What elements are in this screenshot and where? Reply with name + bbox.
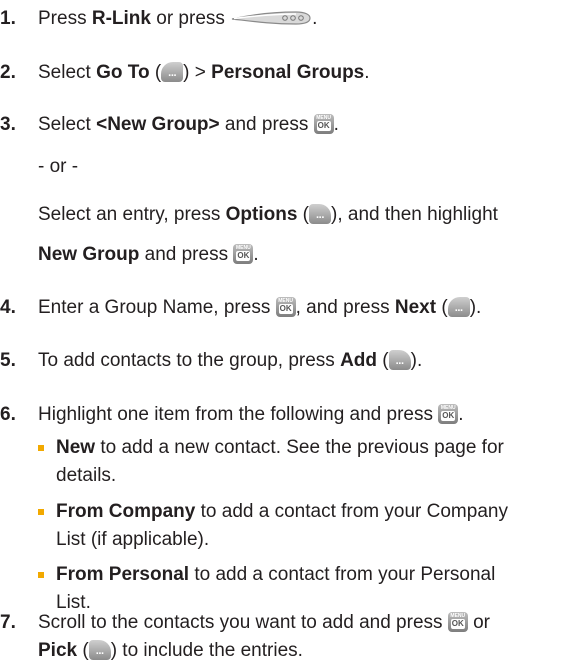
left-softkey-icon: ···	[161, 62, 184, 82]
step-number: 2.	[0, 62, 16, 83]
text: (	[436, 297, 448, 318]
text: (	[377, 350, 389, 371]
right-softkey-icon: ···	[88, 640, 111, 660]
text: to add a new contact. See the previous p…	[95, 437, 504, 458]
text: .	[458, 404, 464, 425]
step-number: 5.	[0, 350, 16, 371]
softkey-dots: ···	[395, 358, 405, 370]
text: .	[312, 8, 318, 29]
step-number: 7.	[0, 612, 16, 633]
bullet-marker	[38, 509, 44, 515]
text: (	[149, 62, 162, 83]
menu-label-personal-groups: Personal Groups	[211, 62, 365, 83]
menu-label-go-to: Go To	[96, 62, 150, 83]
menu-label-new-group: New Group	[38, 244, 140, 265]
softkey-dots: ···	[454, 305, 464, 317]
step-number: 4.	[0, 297, 16, 318]
menu-key-bottom-label: OK	[316, 121, 331, 131]
bullet-from-company-cont: List (if applicable).	[56, 529, 210, 550]
menu-ok-key-icon: MENU OK	[313, 114, 334, 134]
step-3-alt-line-2: New Group and press MENU OK.	[38, 243, 580, 267]
menu-label-next: Next	[394, 297, 437, 318]
menu-key-bottom-label: OK	[278, 304, 293, 314]
option-label-from-personal: From Personal	[56, 564, 190, 585]
step-text: Select Go To ( ··· ) > Personal Groups.	[38, 61, 580, 85]
text: Enter a Group Name, press	[38, 297, 276, 318]
text: Highlight one item from the following an…	[38, 404, 439, 425]
text: Select	[38, 62, 97, 83]
text: ) >	[183, 62, 212, 83]
left-softkey-icon: ···	[447, 297, 470, 317]
text: To add contacts to the group, press	[38, 350, 341, 371]
text: ).	[469, 297, 482, 318]
softkey-dots: ···	[95, 648, 105, 660]
menu-key-bottom-label: OK	[441, 411, 456, 421]
bullet-marker	[38, 572, 44, 578]
talk-key-icon	[230, 7, 312, 36]
text: or	[467, 612, 490, 633]
option-label-from-company: From Company	[56, 501, 196, 522]
text: Press	[38, 8, 92, 29]
text: to add a contact from your Personal	[189, 564, 496, 585]
bullet-from-company: From Company to add a contact from your …	[56, 500, 580, 524]
text: ).	[410, 350, 423, 371]
text: .	[333, 114, 339, 135]
menu-ok-key-icon: MENU OK	[438, 404, 459, 424]
text: .	[253, 244, 259, 265]
step-text: Enter a Group Name, press MENU OK, and pr…	[38, 296, 580, 320]
menu-key-bottom-label: OK	[450, 619, 465, 629]
bullet-new-cont: details.	[56, 465, 117, 486]
bullet-new: New to add a new contact. See the previo…	[56, 436, 580, 460]
step-text: Highlight one item from the following an…	[38, 403, 580, 427]
menu-label-pick: Pick	[38, 640, 78, 661]
softkey-dots: ···	[168, 70, 177, 82]
menu-ok-key-icon: MENU OK	[233, 244, 254, 264]
menu-key-bottom-label: OK	[236, 251, 251, 261]
text: or press	[150, 8, 231, 29]
step-number: 6.	[0, 404, 16, 425]
menu-ok-key-icon: MENU OK	[447, 612, 468, 632]
text: to add a contact from your Company	[195, 501, 508, 522]
text: and press	[219, 114, 314, 135]
bullet-marker	[38, 445, 44, 451]
right-softkey-icon: ···	[388, 350, 411, 370]
menu-ok-key-icon: MENU OK	[275, 297, 296, 317]
menu-label-add: Add	[340, 350, 378, 371]
text: Scroll to the contacts you want to add a…	[38, 612, 448, 633]
text: Select	[38, 114, 97, 135]
text: Select an entry, press	[38, 204, 226, 225]
right-softkey-icon: ···	[309, 204, 332, 224]
softkey-dots: ···	[316, 212, 325, 224]
step-text: To add contacts to the group, press Add …	[38, 349, 580, 373]
step-3-alt-line-1: Select an entry, press Options ( ··· ), an…	[38, 203, 580, 227]
text: and press	[139, 244, 234, 265]
menu-label-new-group: <New Group>	[96, 114, 220, 135]
step-text: Press R-Link or press .	[38, 7, 580, 36]
text: (	[297, 204, 310, 225]
text: , and press	[295, 297, 395, 318]
step-text: Select <New Group> and press MENU OK.	[38, 113, 580, 137]
step-text: Scroll to the contacts you want to add a…	[38, 611, 580, 635]
menu-label-options: Options	[225, 204, 298, 225]
text: .	[364, 62, 370, 83]
text: ), and then highlight	[331, 204, 498, 225]
option-label-new: New	[56, 437, 96, 458]
or-separator: - or -	[38, 156, 79, 177]
text: (	[77, 640, 89, 661]
bullet-from-personal: From Personal to add a contact from your…	[56, 563, 580, 587]
step-number: 3.	[0, 114, 16, 135]
step-7-line-2: Pick ( ··· ) to include the entries.	[38, 639, 580, 663]
text: ) to include the entries.	[110, 640, 303, 661]
step-number: 1.	[0, 8, 16, 29]
key-label-r-link: R-Link	[91, 8, 151, 29]
instruction-page: 1. Press R-Link or press . 2. Select Go …	[0, 0, 586, 668]
